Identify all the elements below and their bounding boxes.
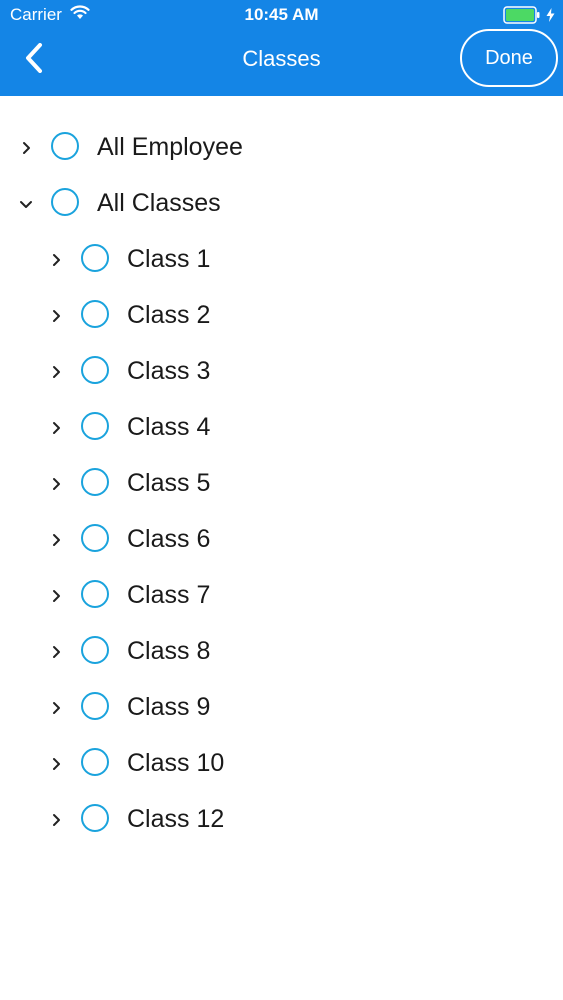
chevron-right-icon[interactable] [49,587,63,605]
tree-row-class[interactable]: Class 10 [0,736,563,792]
radio-button[interactable] [51,188,79,216]
tree-row-class[interactable]: Class 4 [0,400,563,456]
tree-row-class[interactable]: Class 5 [0,456,563,512]
radio-button[interactable] [81,412,109,440]
tree-item-label: Class 8 [127,637,211,665]
radio-button[interactable] [81,244,109,272]
done-button[interactable]: Done [460,29,558,87]
radio-button[interactable] [81,636,109,664]
tree-item-label: Class 5 [127,469,211,497]
chevron-right-icon[interactable] [49,643,63,661]
chevron-right-icon[interactable] [49,363,63,381]
radio-button[interactable] [81,524,109,552]
chevron-right-icon[interactable] [49,531,63,549]
tree-row-class[interactable]: Class 2 [0,288,563,344]
chevron-right-icon[interactable] [49,307,63,325]
status-time: 10:45 AM [244,5,319,24]
chevron-right-icon[interactable] [49,811,63,829]
tree-row-class[interactable]: Class 3 [0,344,563,400]
charging-bolt-icon [546,8,555,27]
tree-row-class[interactable]: Class 1 [0,232,563,288]
radio-button[interactable] [81,692,109,720]
radio-button[interactable] [51,132,79,160]
status-bar: Carrier 10:45 AM [0,0,563,32]
tree-row-class[interactable]: Class 12 [0,792,563,848]
tree-item-label: Class 2 [127,301,211,329]
chevron-right-icon[interactable] [49,699,63,717]
chevron-right-icon[interactable] [19,139,33,157]
chevron-right-icon[interactable] [49,475,63,493]
tree-row-all-employee[interactable]: All Employee [0,120,563,176]
tree-row-class[interactable]: Class 8 [0,624,563,680]
tree-row-all-classes[interactable]: All Classes [0,176,563,232]
chevron-right-icon[interactable] [49,419,63,437]
chevron-right-icon[interactable] [49,755,63,773]
radio-button[interactable] [81,804,109,832]
battery-icon [503,6,541,29]
tree-row-class[interactable]: Class 7 [0,568,563,624]
radio-button[interactable] [81,356,109,384]
tree-item-label: Class 9 [127,693,211,721]
tree-item-label: Class 1 [127,245,211,273]
chevron-down-icon[interactable] [19,195,33,213]
tree-item-label: Class 12 [127,805,225,833]
chevron-right-icon[interactable] [49,251,63,269]
app-header: Carrier 10:45 AM Classes Done [0,0,563,96]
tree-row-class[interactable]: Class 6 [0,512,563,568]
tree-item-label: All Classes [97,189,221,217]
tree-item-label: Class 4 [127,413,211,441]
navigation-bar: Classes Done [0,29,563,96]
tree-item-label: All Employee [97,133,243,161]
tree-item-label: Class 7 [127,581,211,609]
radio-button[interactable] [81,468,109,496]
tree-row-class[interactable]: Class 9 [0,680,563,736]
tree-item-label: Class 3 [127,357,211,385]
battery-indicator [503,6,555,29]
tree-item-label: Class 6 [127,525,211,553]
radio-button[interactable] [81,748,109,776]
radio-button[interactable] [81,580,109,608]
tree-item-label: Class 10 [127,749,225,777]
class-tree: All Employee All Classes Class 1 Class 2… [0,120,563,848]
radio-button[interactable] [81,300,109,328]
